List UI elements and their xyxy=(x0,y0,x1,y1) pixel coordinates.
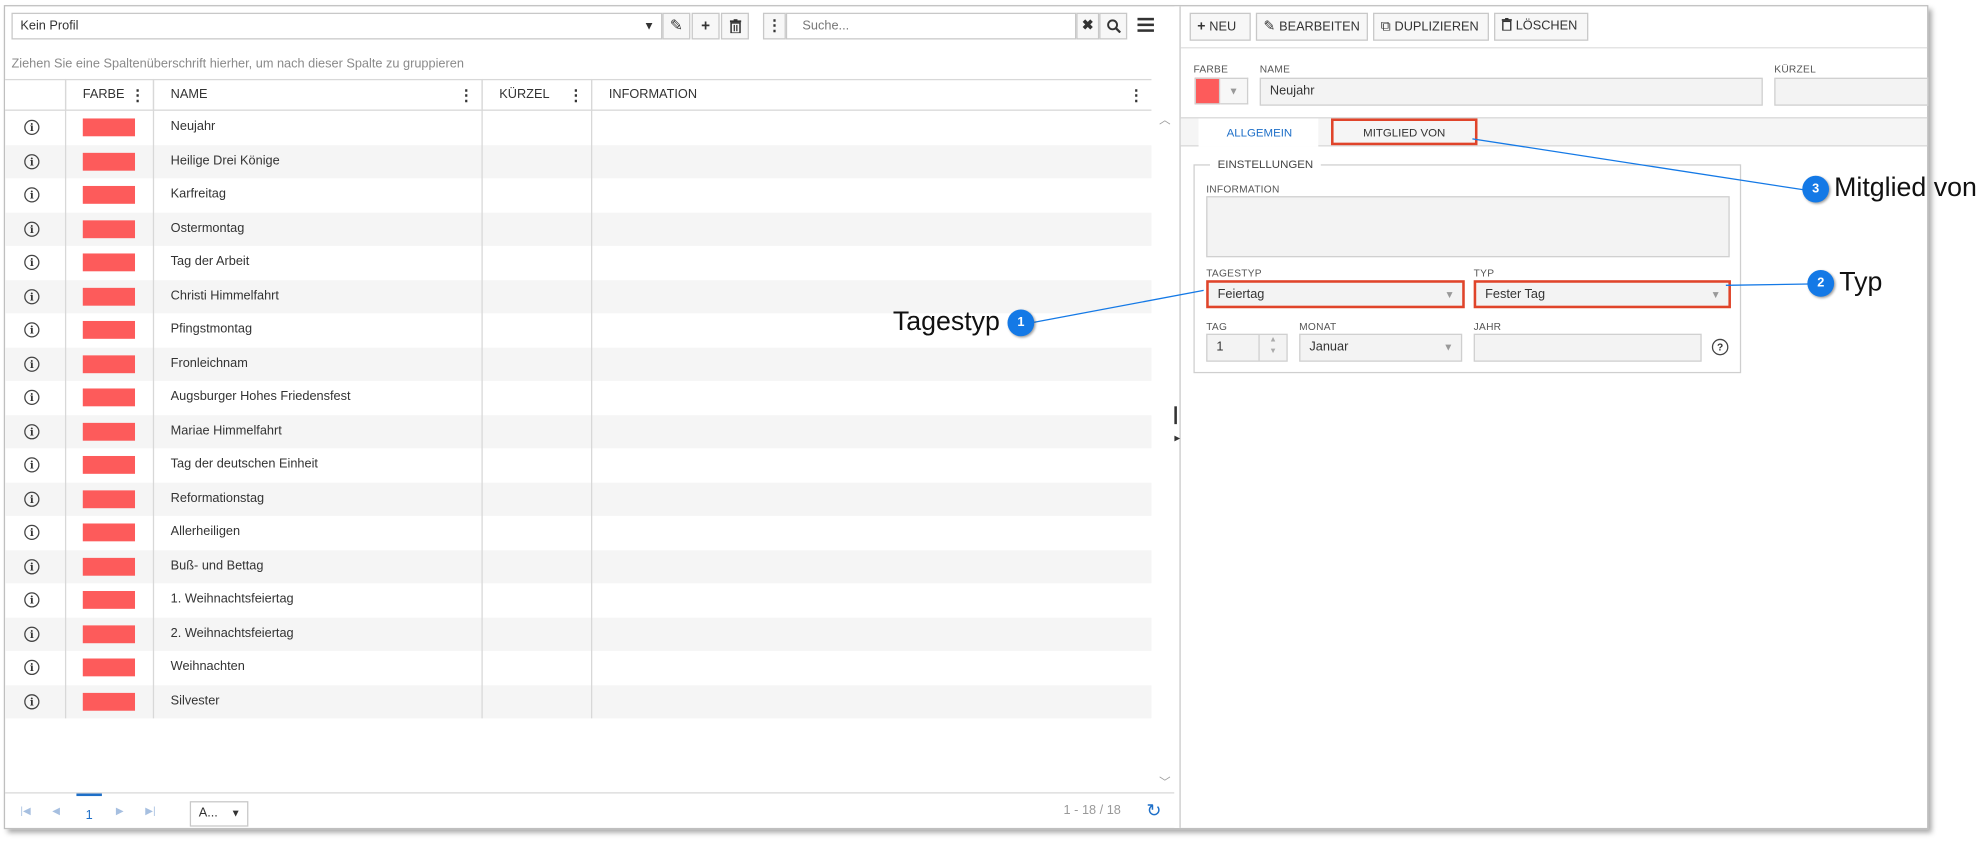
callout-badge-1: 1 xyxy=(1007,309,1035,337)
callout-label-typ: Typ xyxy=(1839,267,1883,297)
callout-label-mitglied-von: Mitglied von xyxy=(1834,173,1977,203)
callout-label-tagestyp: Tagestyp xyxy=(892,306,1000,337)
callout-badge-2: 2 xyxy=(1807,270,1835,297)
callout-lines xyxy=(1034,138,1809,323)
callout-badge-3: 3 xyxy=(1802,175,1830,203)
